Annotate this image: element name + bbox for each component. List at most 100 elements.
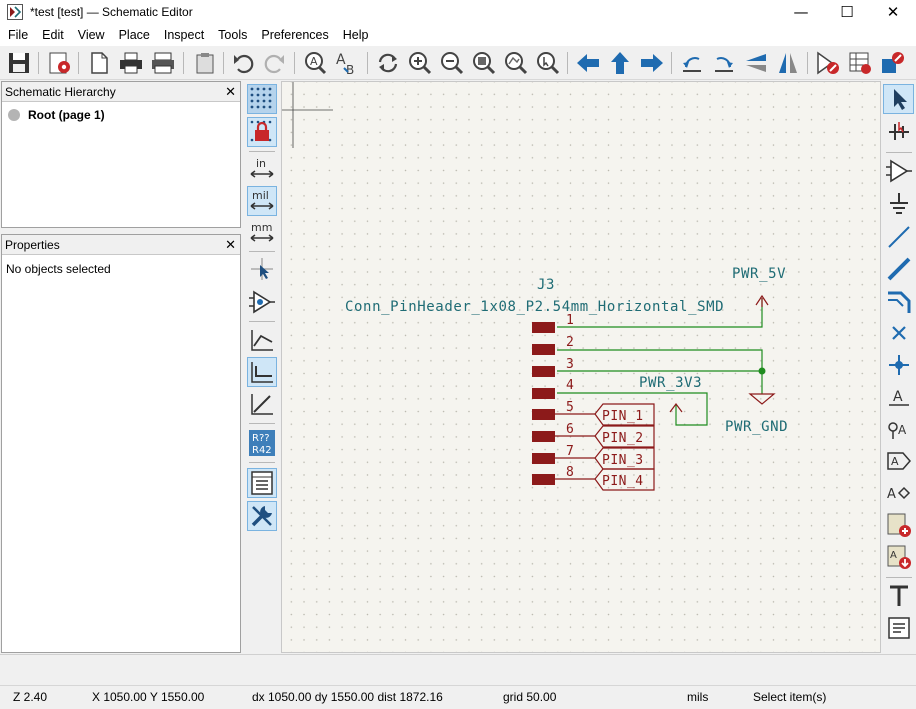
symbol-fields-table-button[interactable] [846,49,874,77]
clipboard-icon [196,53,214,74]
add-power-button[interactable] [883,189,914,219]
add-hierarchical-label-button[interactable]: A [883,446,914,476]
bus-icon [887,257,910,281]
refresh-button[interactable] [374,49,402,77]
power-label-5v: PWR_5V [732,266,786,282]
cursor-coordinates: X 1050.00 Y 1550.00 [92,690,205,704]
pin-type-icon [249,290,275,314]
connector-j3[interactable]: 1 2 3 4 5 6 7 8 [532,313,595,485]
properties-panel-close-icon[interactable]: ✕ [225,236,236,256]
mirror-horizontal-button[interactable] [774,49,802,77]
mirror-vertical-icon [746,54,766,72]
schematic-setup-button[interactable] [46,49,74,77]
add-net-label-button[interactable]: A [883,382,914,412]
line-mode-45-button[interactable] [247,389,277,419]
find-replace-icon: AB [336,52,354,76]
add-symbol-button[interactable] [883,156,914,186]
save-button[interactable] [5,49,33,77]
minimize-button[interactable]: — [778,0,824,24]
zoom-in-icon [409,52,432,75]
annotate-button[interactable]: R?? R42 [247,428,277,458]
undo-button[interactable] [229,49,257,77]
save-icon [9,53,29,73]
rotate-ccw-button[interactable] [678,49,706,77]
units-inches-button[interactable]: in [247,154,277,184]
grid-override-button[interactable] [247,117,277,147]
add-no-connect-button[interactable] [883,318,914,348]
update-pcb-button[interactable] [878,49,906,77]
millimeters-icon: mm [250,221,274,242]
toggle-hierarchy-panel-button[interactable] [247,468,277,498]
menu-view[interactable]: View [71,24,112,46]
reference-designator[interactable]: J3 [537,277,555,293]
add-junction-button[interactable] [883,350,914,380]
highlight-net-button[interactable] [883,117,914,147]
toggle-grid-button[interactable] [247,84,277,114]
line-mode-90-button[interactable] [247,357,277,387]
paste-button[interactable] [191,49,219,77]
show-pin-electrical-type-button[interactable] [247,287,277,317]
toggle-properties-panel-button[interactable] [247,501,277,531]
pin-number: 4 [566,378,574,393]
svg-text:A: A [898,423,907,437]
power-symbol-5v[interactable]: PWR_5V [732,266,786,307]
menu-bar: File Edit View Place Inspect Tools Prefe… [0,24,916,46]
annotate-icon: R??R42 [249,430,275,456]
properties-panel: Properties ✕ No objects selected [1,234,241,653]
junction-dot[interactable] [758,367,766,375]
erc-button[interactable] [814,49,842,77]
import-sheet-pin-button[interactable]: A [883,542,914,572]
component-value[interactable]: Conn_PinHeader_1x08_P2.54mm_Horizontal_S… [345,299,724,315]
right-toolbar: A A A A A [882,82,916,652]
mirror-vertical-button[interactable] [742,49,770,77]
power-symbol-gnd[interactable]: PWR_GND [725,393,788,435]
redo-button[interactable] [261,49,289,77]
page-settings-button[interactable] [85,49,113,77]
zoom-in-button[interactable] [406,49,434,77]
menu-file[interactable]: File [1,24,35,46]
hierarchy-panel-close-icon[interactable]: ✕ [225,83,236,103]
add-directive-label-button[interactable]: A [883,478,914,508]
print-button[interactable] [117,49,145,77]
find-button[interactable]: A [301,49,329,77]
zoom-objects-icon [505,52,528,75]
add-bus-button[interactable] [883,254,914,284]
navigate-up-button[interactable] [606,49,634,77]
menu-help[interactable]: Help [336,24,376,46]
pin-number: 7 [566,444,574,459]
units-mils-button[interactable]: mil [247,186,277,216]
add-global-label-button[interactable]: A [883,414,914,444]
add-text-button[interactable] [883,581,914,611]
navigate-forward-button[interactable] [638,49,666,77]
add-sheet-button[interactable] [883,510,914,540]
zoom-fit-button[interactable] [470,49,498,77]
global-label-icon: A [887,422,907,439]
zoom-out-button[interactable] [438,49,466,77]
menu-inspect[interactable]: Inspect [157,24,211,46]
select-tool-button[interactable] [883,84,914,114]
svg-text:A: A [890,550,897,561]
find-replace-button[interactable]: AB [333,49,361,77]
close-button[interactable]: ✕ [870,0,916,24]
cursor-style-button[interactable] [247,254,277,284]
plot-button[interactable] [149,49,177,77]
zoom-selection-button[interactable] [534,49,562,77]
navigate-back-button[interactable] [574,49,602,77]
line-mode-free-button[interactable] [247,325,277,355]
hierarchy-root-item[interactable]: Root (page 1) [8,108,105,122]
zoom-objects-button[interactable] [502,49,530,77]
schematic-canvas[interactable]: 1 2 3 4 5 6 7 8 J3 Conn_PinHeader_1x08_P… [281,81,881,653]
title-bar: *test [test] — Schematic Editor — ☐ ✕ [0,0,916,24]
units-mm-button[interactable]: mm [247,218,277,248]
menu-tools[interactable]: Tools [211,24,254,46]
menu-edit[interactable]: Edit [35,24,71,46]
add-bus-entry-button[interactable] [883,286,914,316]
grid-size: grid 50.00 [503,690,557,704]
crosshair-cursor-icon [251,258,273,280]
maximize-button[interactable]: ☐ [824,0,870,24]
add-textbox-button[interactable] [883,613,914,643]
menu-place[interactable]: Place [112,24,157,46]
add-wire-button[interactable] [883,222,914,252]
rotate-cw-button[interactable] [710,49,738,77]
menu-preferences[interactable]: Preferences [254,24,335,46]
